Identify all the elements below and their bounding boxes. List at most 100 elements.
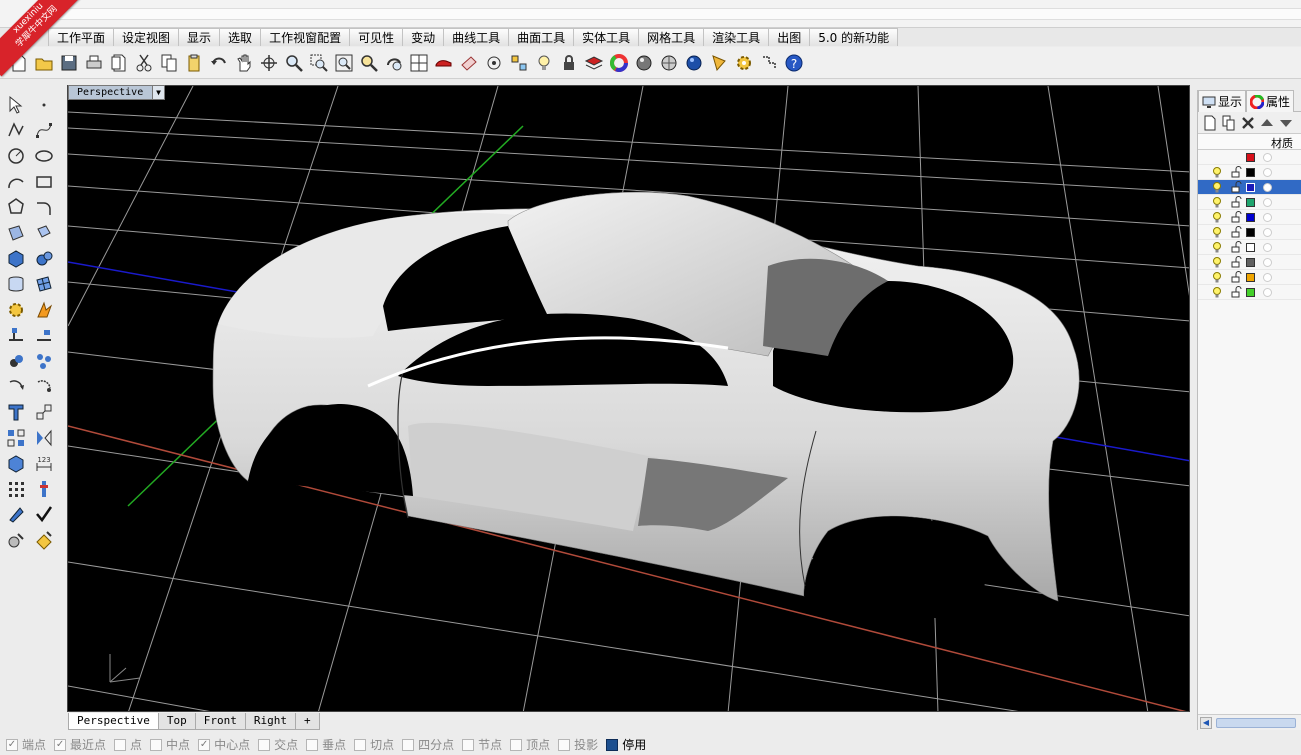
layer-row[interactable] <box>1198 270 1301 285</box>
rotate-cplane-button[interactable] <box>481 50 506 76</box>
layer-row[interactable] <box>1198 195 1301 210</box>
pan-hand-button[interactable] <box>231 50 256 76</box>
light-bulb-icon[interactable] <box>1212 272 1222 283</box>
unlock-icon[interactable] <box>1230 241 1242 253</box>
render-button[interactable] <box>2 527 30 553</box>
osnap-checkbox[interactable]: ✓ <box>54 738 67 751</box>
viewport-scene[interactable] <box>68 86 1190 712</box>
cplane-button[interactable] <box>506 50 531 76</box>
layer-button[interactable] <box>581 50 606 76</box>
snap-button[interactable] <box>756 50 781 76</box>
rectangle-button[interactable] <box>30 169 58 195</box>
control-point-curve-button[interactable] <box>30 118 58 144</box>
toolbar-tab[interactable]: 可见性 <box>349 28 404 46</box>
toolbar-tab[interactable]: 变动 <box>402 28 445 46</box>
osnap-option[interactable]: ✓ 最近点 <box>54 736 106 753</box>
layer-row[interactable] <box>1198 225 1301 240</box>
unlock-icon[interactable] <box>1230 211 1242 223</box>
layer-color-swatch[interactable] <box>1246 258 1255 267</box>
polyline-button[interactable] <box>2 118 30 144</box>
undo-button[interactable] <box>206 50 231 76</box>
tab-properties[interactable]: 属性 <box>1246 90 1295 112</box>
osnap-option[interactable]: 垂点 <box>306 736 346 753</box>
osnap-checkbox[interactable]: ✓ <box>198 738 211 751</box>
boolean-button[interactable] <box>2 348 30 374</box>
osnap-checkbox[interactable] <box>258 738 271 751</box>
point-button[interactable] <box>30 92 58 118</box>
unlock-icon[interactable] <box>1230 286 1242 298</box>
zoom-selected-button[interactable] <box>356 50 381 76</box>
layer-material-icon[interactable] <box>1263 273 1272 282</box>
layer-color-swatch[interactable] <box>1246 288 1255 297</box>
layer-material-icon[interactable] <box>1263 153 1272 162</box>
layer-material-icon[interactable] <box>1263 168 1272 177</box>
osnap-checkbox[interactable] <box>606 738 619 751</box>
toolbar-tab[interactable]: 工作平面 <box>48 28 115 46</box>
car-model[interactable] <box>212 191 1080 626</box>
open-folder-button[interactable] <box>31 50 56 76</box>
light-bulb-icon[interactable] <box>1212 182 1222 193</box>
osnap-option[interactable]: 四分点 <box>402 736 454 753</box>
scale-button[interactable] <box>30 399 58 425</box>
cylinder-button[interactable] <box>2 271 30 297</box>
layer-row[interactable] <box>1198 210 1301 225</box>
curvature-button[interactable] <box>2 502 30 528</box>
paste-button[interactable] <box>181 50 206 76</box>
toolbar-tab[interactable]: 实体工具 <box>573 28 640 46</box>
layer-row[interactable] <box>1198 180 1301 195</box>
rotate-3d-button[interactable] <box>30 374 58 400</box>
toolbar-tab[interactable]: 显示 <box>178 28 221 46</box>
gear-transform-button[interactable] <box>2 297 30 323</box>
toolbar-tab[interactable]: 选取 <box>219 28 262 46</box>
layer-material-icon[interactable] <box>1263 183 1272 192</box>
layer-row[interactable] <box>1198 165 1301 180</box>
toolbar-tab[interactable]: 渲染工具 <box>703 28 770 46</box>
cut-button[interactable] <box>131 50 156 76</box>
layer-color-swatch[interactable] <box>1246 273 1255 282</box>
osnap-option[interactable]: ✓ 端点 <box>6 736 46 753</box>
color-wheel-button[interactable] <box>606 50 631 76</box>
osnap-checkbox[interactable] <box>510 738 523 751</box>
trim-button[interactable] <box>30 322 58 348</box>
box-button[interactable] <box>2 246 30 272</box>
layer-row[interactable] <box>1198 255 1301 270</box>
layer-material-icon[interactable] <box>1263 228 1272 237</box>
blue-sphere-button[interactable] <box>681 50 706 76</box>
osnap-option[interactable]: 停用 <box>606 736 646 753</box>
light-bulb-icon[interactable] <box>1212 242 1222 253</box>
osnap-option[interactable]: 投影 <box>558 736 598 753</box>
rotate-view-button[interactable] <box>256 50 281 76</box>
fillet-curve-button[interactable] <box>30 194 58 220</box>
select-arrow-button[interactable] <box>2 92 30 118</box>
settings-gear-button[interactable] <box>731 50 756 76</box>
osnap-option[interactable]: 点 <box>114 736 142 753</box>
analyze-button[interactable] <box>30 476 58 502</box>
osnap-checkbox[interactable] <box>354 738 367 751</box>
four-viewports-button[interactable] <box>406 50 431 76</box>
zoom-button[interactable] <box>281 50 306 76</box>
help-button[interactable]: ? <box>781 50 806 76</box>
layer-row[interactable] <box>1198 240 1301 255</box>
panel-scrollbar[interactable]: ◀ <box>1198 714 1301 730</box>
render-sphere-button[interactable] <box>631 50 656 76</box>
zoom-window-button[interactable] <box>306 50 331 76</box>
array-button[interactable] <box>2 425 30 451</box>
unlock-icon[interactable] <box>1230 196 1242 208</box>
viewport-tab[interactable]: Perspective <box>68 713 159 730</box>
layer-material-icon[interactable] <box>1263 243 1272 252</box>
layer-material-icon[interactable] <box>1263 258 1272 267</box>
unlock-icon[interactable] <box>1230 256 1242 268</box>
arc-button[interactable] <box>2 169 30 195</box>
mesh-button[interactable] <box>30 271 58 297</box>
light-bulb-icon[interactable] <box>1212 212 1222 223</box>
lock-button[interactable] <box>556 50 581 76</box>
mirror-button[interactable] <box>30 425 58 451</box>
layer-color-swatch[interactable] <box>1246 243 1255 252</box>
layer-material-icon[interactable] <box>1263 198 1272 207</box>
new-sublayer-icon[interactable] <box>1221 115 1237 131</box>
save-button[interactable] <box>56 50 81 76</box>
osnap-checkbox[interactable] <box>150 738 163 751</box>
toolbar-tab[interactable]: 5.0 的新功能 <box>809 28 899 46</box>
material-button[interactable] <box>30 527 58 553</box>
viewport-tab[interactable]: Front <box>194 713 246 730</box>
